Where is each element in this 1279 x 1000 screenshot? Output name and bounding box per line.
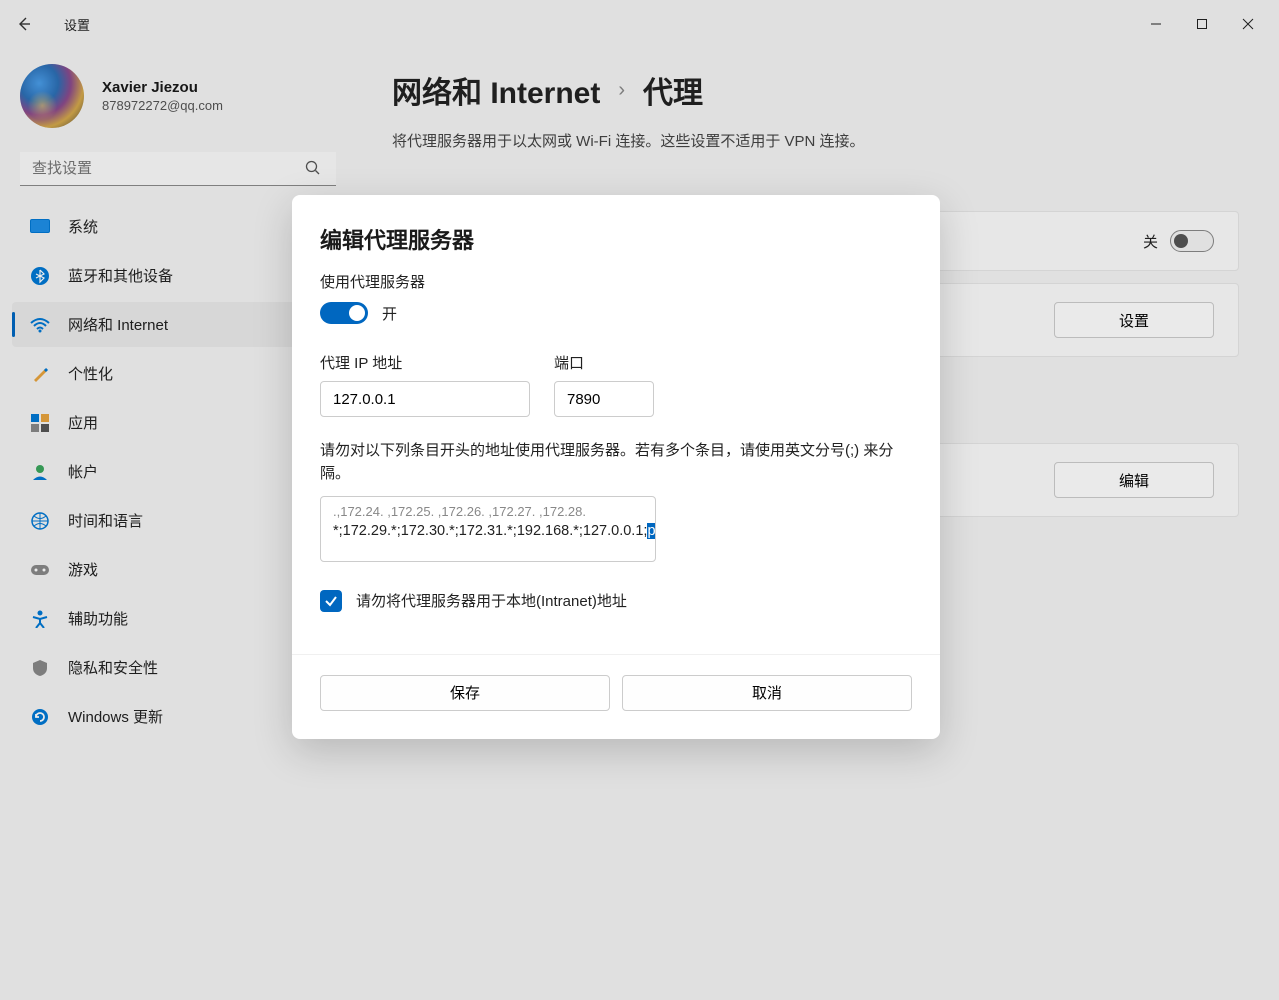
proxy-port-input[interactable] (554, 381, 654, 417)
edit-proxy-dialog: 编辑代理服务器 使用代理服务器 开 代理 IP 地址 端口 请勿对以下列条目开头… (292, 195, 940, 739)
ip-label: 代理 IP 地址 (320, 352, 530, 373)
use-proxy-label: 使用代理服务器 (320, 271, 912, 292)
exceptions-selected-text: pypi.tuna.tsinghua.edu.cn (647, 523, 656, 539)
port-label: 端口 (554, 352, 654, 373)
bypass-local-checkbox[interactable] (320, 590, 342, 612)
cancel-button[interactable]: 取消 (622, 675, 912, 711)
dialog-title: 编辑代理服务器 (320, 223, 912, 255)
exceptions-prefix: *;172.29.*;172.30.*;172.31.*;192.168.*;1… (333, 523, 647, 539)
save-button[interactable]: 保存 (320, 675, 610, 711)
proxy-ip-input[interactable] (320, 381, 530, 417)
exceptions-help: 请勿对以下列条目开头的地址使用代理服务器。若有多个条目，请使用英文分号(;) 来… (320, 439, 912, 486)
bypass-local-label: 请勿将代理服务器用于本地(Intranet)地址 (356, 590, 627, 611)
use-proxy-toggle[interactable] (320, 302, 368, 324)
toggle-state-label: 开 (382, 303, 397, 324)
check-icon (324, 594, 338, 608)
exceptions-textarea[interactable]: .,172.24. ,172.25. ,172.26. ,172.27. ,17… (320, 496, 656, 562)
